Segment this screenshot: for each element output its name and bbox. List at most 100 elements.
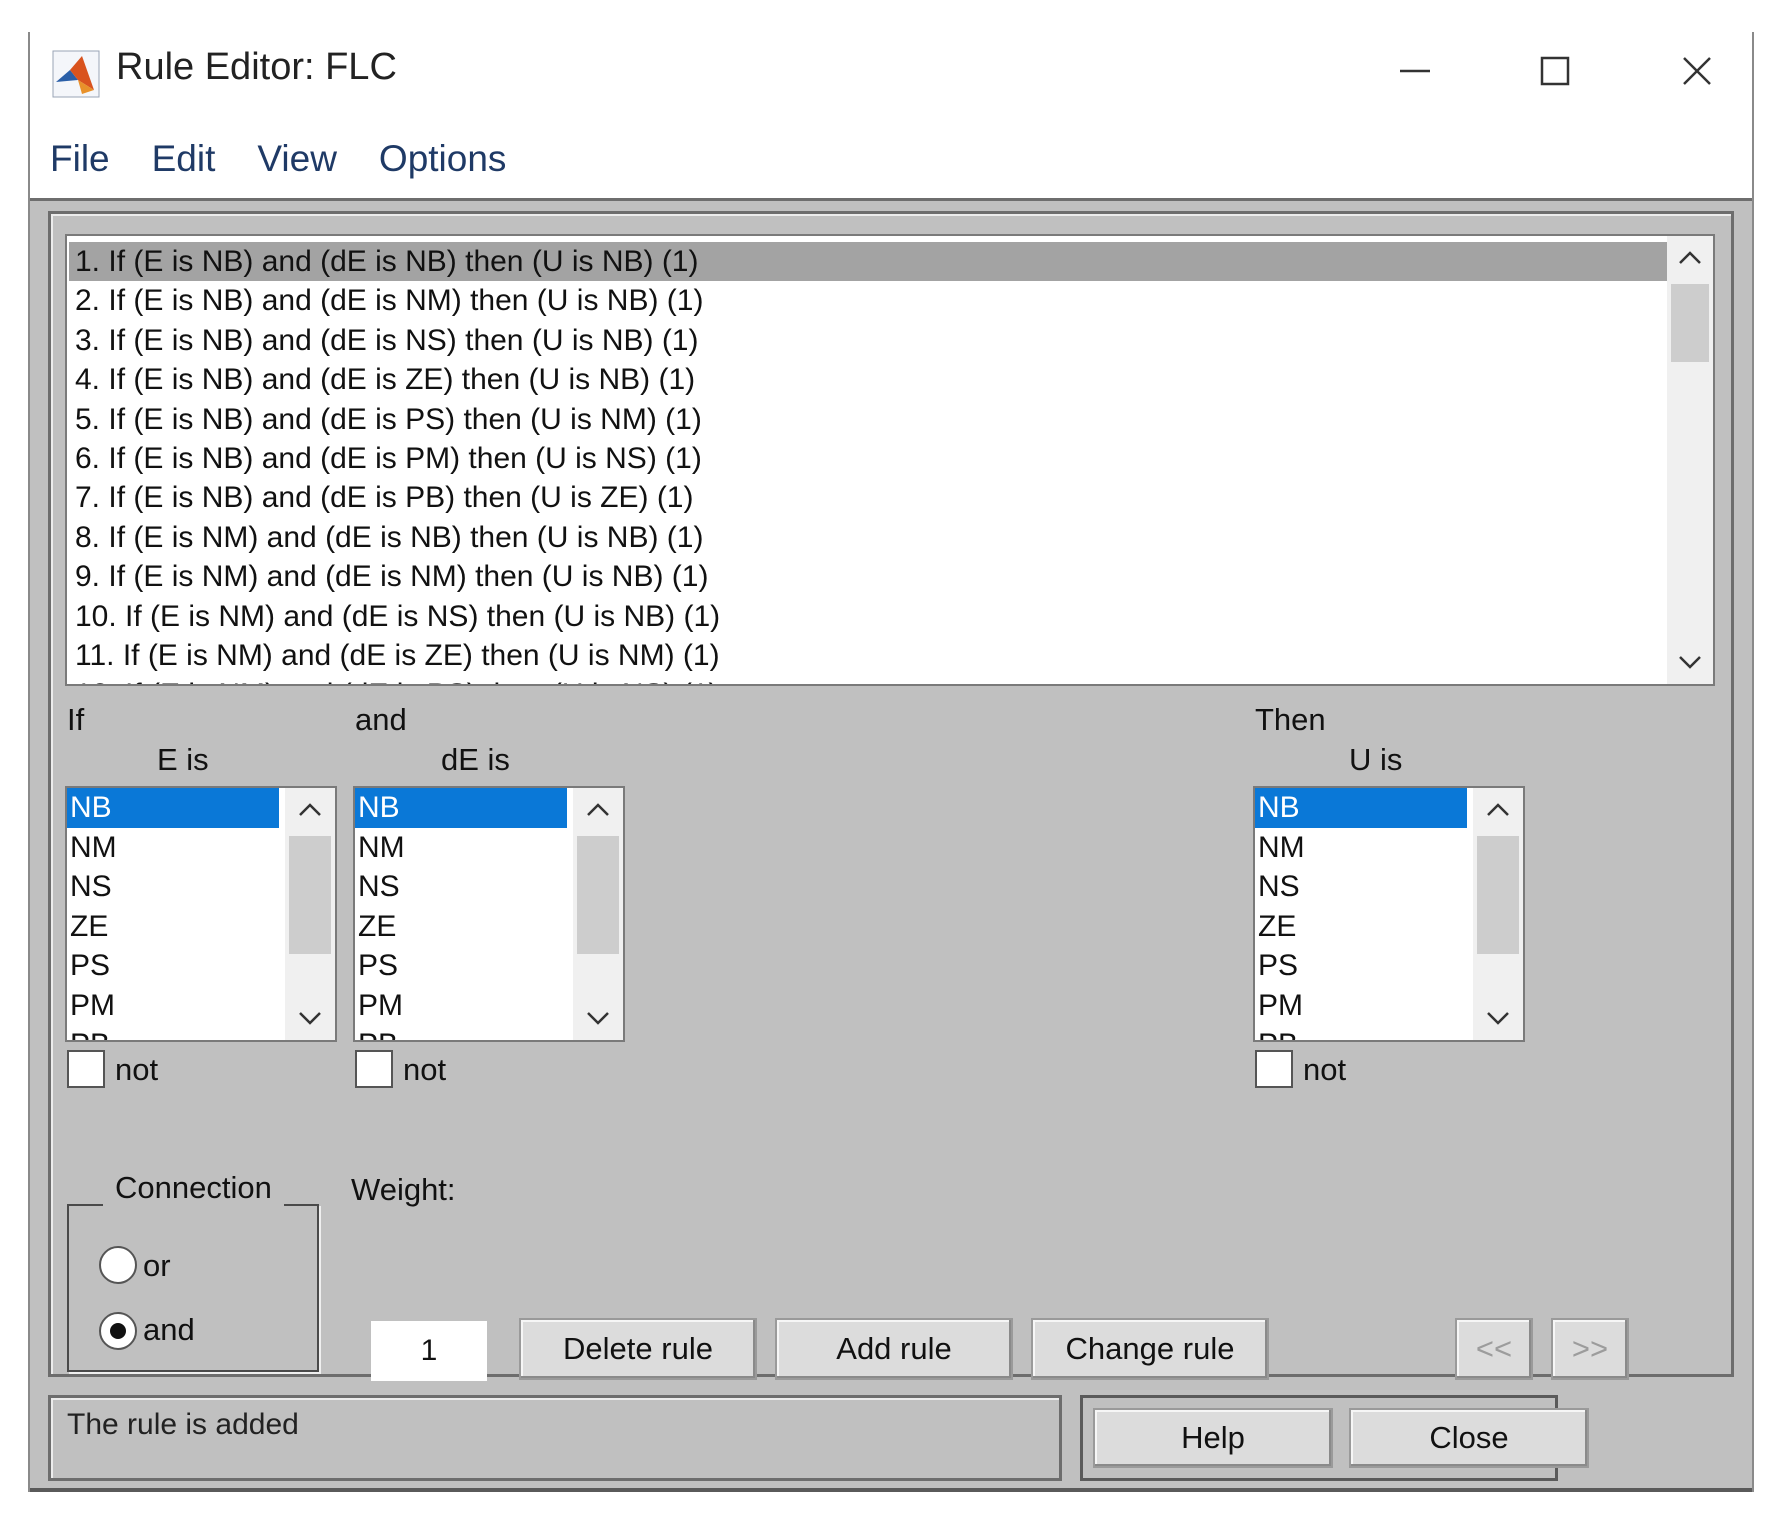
list-item[interactable]: NS <box>355 867 567 907</box>
if-header: If <box>67 702 85 737</box>
status-box: The rule is added <box>48 1395 1062 1481</box>
scroll-down-icon[interactable] <box>1473 996 1523 1040</box>
scroll-up-icon[interactable] <box>573 788 623 832</box>
de-mf-listbox[interactable]: NB NM NS ZE PS PM PB <box>353 786 625 1042</box>
list-item[interactable]: NM <box>1255 828 1467 868</box>
rule-row[interactable]: 9. If (E is NM) and (dE is NM) then (U i… <box>69 557 1667 596</box>
rule-row[interactable]: 4. If (E is NB) and (dE is ZE) then (U i… <box>69 360 1667 399</box>
rule-row[interactable]: 11. If (E is NM) and (dE is ZE) then (U … <box>69 636 1667 675</box>
menu-bar: File Edit View Options <box>30 124 1752 194</box>
scroll-thumb[interactable] <box>577 836 619 954</box>
status-text: The rule is added <box>67 1408 299 1441</box>
rule-row[interactable]: 7. If (E is NB) and (dE is PB) then (U i… <box>69 478 1667 517</box>
list-item[interactable]: ZE <box>1255 907 1467 947</box>
close-button[interactable]: Close <box>1349 1408 1589 1468</box>
list-item[interactable]: NS <box>67 867 279 907</box>
rule-row[interactable]: 12. If (E is NM) and (dE is PS) then (U … <box>69 675 1667 684</box>
then-header: Then <box>1255 702 1326 737</box>
radio-selected-dot <box>110 1323 126 1339</box>
help-button[interactable]: Help <box>1093 1408 1333 1468</box>
rule-row[interactable]: 1. If (E is NB) and (dE is NB) then (U i… <box>69 242 1667 282</box>
rules-listbox[interactable]: 1. If (E is NB) and (dE is NB) then (U i… <box>65 234 1715 686</box>
and-radio[interactable] <box>99 1312 137 1350</box>
list-item[interactable]: PM <box>355 986 567 1026</box>
u-mf-list: NB NM NS ZE PS PM PB <box>1255 788 1469 1040</box>
de-mf-list: NB NM NS ZE PS PM PB <box>355 788 569 1040</box>
delete-rule-button[interactable]: Delete rule <box>519 1318 757 1380</box>
list-item[interactable]: NB <box>355 788 567 828</box>
u-mf-listbox[interactable]: NB NM NS ZE PS PM PB <box>1253 786 1525 1042</box>
rule-row[interactable]: 8. If (E is NM) and (dE is NB) then (U i… <box>69 518 1667 557</box>
rules-scrollbar[interactable] <box>1667 236 1713 684</box>
list-item[interactable]: PB <box>67 1025 279 1040</box>
de-is-label: dE is <box>441 742 510 777</box>
and-header: and <box>355 702 407 737</box>
scroll-down-icon[interactable] <box>1667 640 1713 684</box>
list-item[interactable]: PS <box>355 946 567 986</box>
rule-row[interactable]: 10. If (E is NM) and (dE is NS) then (U … <box>69 597 1667 636</box>
list-item[interactable]: NS <box>1255 867 1467 907</box>
list-item[interactable]: ZE <box>355 907 567 947</box>
list-item[interactable]: NM <box>355 828 567 868</box>
list-item[interactable]: NB <box>67 788 279 828</box>
or-label: or <box>143 1248 171 1283</box>
list-item[interactable]: NM <box>67 828 279 868</box>
e-not-label: not <box>115 1052 159 1087</box>
menu-file[interactable]: File <box>50 138 110 180</box>
maximize-button[interactable] <box>1500 32 1610 110</box>
list-item[interactable]: PS <box>67 946 279 986</box>
minimize-icon <box>1400 69 1430 73</box>
menu-options[interactable]: Options <box>379 138 507 180</box>
e-mf-list: NB NM NS ZE PS PM PB <box>67 788 281 1040</box>
list-item[interactable]: PB <box>355 1025 567 1040</box>
menu-edit[interactable]: Edit <box>152 138 216 180</box>
e-not-checkbox[interactable] <box>67 1050 105 1088</box>
scroll-down-icon[interactable] <box>285 996 335 1040</box>
close-icon <box>1683 57 1711 85</box>
u-is-label: U is <box>1349 742 1403 777</box>
change-rule-button[interactable]: Change rule <box>1031 1318 1269 1380</box>
window-title: Rule Editor: FLC <box>116 46 397 88</box>
list-item[interactable]: NB <box>1255 788 1467 828</box>
scroll-thumb[interactable] <box>1671 284 1709 362</box>
help-close-frame: Help Close <box>1080 1395 1589 1481</box>
de-not-label: not <box>403 1052 447 1087</box>
list-item[interactable]: PM <box>67 986 279 1026</box>
title-bar: Rule Editor: FLC <box>30 32 1752 110</box>
scroll-up-icon[interactable] <box>285 788 335 832</box>
or-radio[interactable] <box>99 1246 137 1284</box>
list-item[interactable]: PM <box>1255 986 1467 1026</box>
scroll-thumb[interactable] <box>1477 836 1519 954</box>
e-mf-listbox[interactable]: NB NM NS ZE PS PM PB <box>65 786 337 1042</box>
menu-view[interactable]: View <box>257 138 337 180</box>
add-rule-button[interactable]: Add rule <box>775 1318 1013 1380</box>
rule-row[interactable]: 5. If (E is NB) and (dE is PS) then (U i… <box>69 400 1667 439</box>
list-item[interactable]: PB <box>1255 1025 1467 1040</box>
next-rule-button[interactable]: >> <box>1551 1318 1629 1380</box>
rules-list: 1. If (E is NB) and (dE is NB) then (U i… <box>69 242 1667 684</box>
scroll-down-icon[interactable] <box>573 996 623 1040</box>
e-mf-scrollbar[interactable] <box>285 788 335 1040</box>
u-mf-scrollbar[interactable] <box>1473 788 1523 1040</box>
rule-frame: 1. If (E is NB) and (dE is NB) then (U i… <box>48 211 1734 1381</box>
scroll-up-icon[interactable] <box>1667 236 1713 280</box>
list-item[interactable]: ZE <box>67 907 279 947</box>
rule-editor-window: Rule Editor: FLC File Edit View Options … <box>28 32 1754 1492</box>
e-is-label: E is <box>157 742 209 777</box>
scroll-thumb[interactable] <box>289 836 331 954</box>
u-not-checkbox[interactable] <box>1255 1050 1293 1088</box>
connection-title: Connection <box>103 1170 284 1206</box>
weight-label: Weight: <box>351 1172 456 1207</box>
close-window-button[interactable] <box>1642 32 1752 110</box>
de-not-checkbox[interactable] <box>355 1050 393 1088</box>
scroll-up-icon[interactable] <box>1473 788 1523 832</box>
rule-row[interactable]: 6. If (E is NB) and (dE is PM) then (U i… <box>69 439 1667 478</box>
rule-row[interactable]: 2. If (E is NB) and (dE is NM) then (U i… <box>69 281 1667 320</box>
rule-row[interactable]: 3. If (E is NB) and (dE is NS) then (U i… <box>69 321 1667 360</box>
previous-rule-button[interactable]: << <box>1455 1318 1533 1380</box>
weight-input[interactable]: 1 <box>371 1321 487 1381</box>
minimize-button[interactable] <box>1360 32 1470 110</box>
maximize-icon <box>1540 56 1570 86</box>
list-item[interactable]: PS <box>1255 946 1467 986</box>
de-mf-scrollbar[interactable] <box>573 788 623 1040</box>
